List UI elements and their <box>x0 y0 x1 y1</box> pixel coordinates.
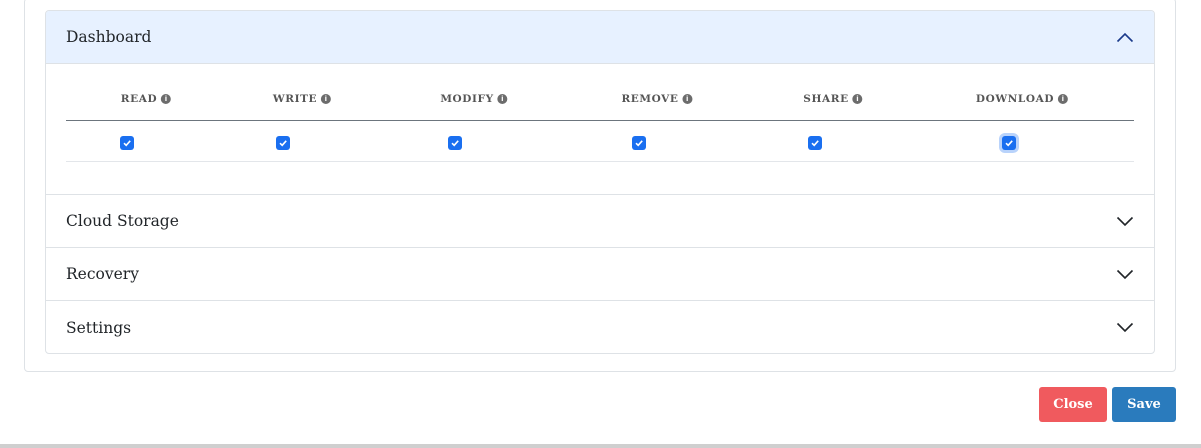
download-checkbox[interactable] <box>1002 136 1016 150</box>
column-header-download: DOWNLOAD i <box>976 93 1069 105</box>
accordion-header-recovery[interactable]: Recovery <box>46 248 1154 301</box>
column-header-remove: REMOVE i <box>621 93 693 105</box>
dashboard-permissions-panel: READ i WRITE i MODIFY i REMOVE i SHARE i DOWN… <box>46 64 1154 195</box>
checkmark-icon <box>635 140 643 147</box>
accordion-title: Recovery <box>66 265 139 283</box>
remove-checkbox[interactable] <box>632 136 646 150</box>
accordion-header-dashboard[interactable]: Dashboard <box>46 11 1154 64</box>
checkmark-icon <box>451 140 459 147</box>
share-checkbox[interactable] <box>808 136 822 150</box>
chevron-down-icon[interactable] <box>1116 319 1134 337</box>
write-checkbox[interactable] <box>276 136 290 150</box>
checkmark-icon <box>1005 140 1013 147</box>
checkmark-icon <box>279 140 287 147</box>
info-icon[interactable]: i <box>321 94 332 104</box>
permissions-row <box>66 121 1134 162</box>
column-header-write: WRITE i <box>273 93 332 105</box>
accordion-title: Cloud Storage <box>66 212 179 230</box>
accordion-title: Settings <box>66 318 132 337</box>
chevron-up-icon[interactable] <box>1116 28 1134 46</box>
permissions-accordion: Dashboard READ i WRITE i MODIFY i REMOVE i <box>45 10 1155 354</box>
checkmark-icon <box>123 140 131 147</box>
info-icon[interactable]: i <box>682 94 693 104</box>
permissions-table: READ i WRITE i MODIFY i REMOVE i SHARE i DOWN… <box>66 64 1134 162</box>
column-header-share: SHARE i <box>803 93 863 105</box>
close-button[interactable]: Close <box>1039 387 1107 422</box>
accordion-header-cloud-storage[interactable]: Cloud Storage <box>46 195 1154 248</box>
chevron-down-icon[interactable] <box>1116 212 1134 230</box>
info-icon[interactable]: i <box>852 94 863 104</box>
window-bottom-edge <box>0 444 1201 448</box>
column-header-read: READ i <box>121 93 172 105</box>
accordion-title: Dashboard <box>66 28 152 46</box>
checkmark-icon <box>811 140 819 147</box>
read-checkbox[interactable] <box>120 136 134 150</box>
accordion-header-settings[interactable]: Settings <box>46 301 1154 353</box>
modify-checkbox[interactable] <box>448 136 462 150</box>
permissions-header-row: READ i WRITE i MODIFY i REMOVE i SHARE i DOWN… <box>66 64 1134 121</box>
chevron-down-icon[interactable] <box>1116 265 1134 283</box>
column-header-modify: MODIFY i <box>440 93 508 105</box>
info-icon[interactable]: i <box>1058 94 1069 104</box>
info-icon[interactable]: i <box>161 94 172 104</box>
save-button[interactable]: Save <box>1112 387 1176 422</box>
info-icon[interactable]: i <box>497 94 508 104</box>
